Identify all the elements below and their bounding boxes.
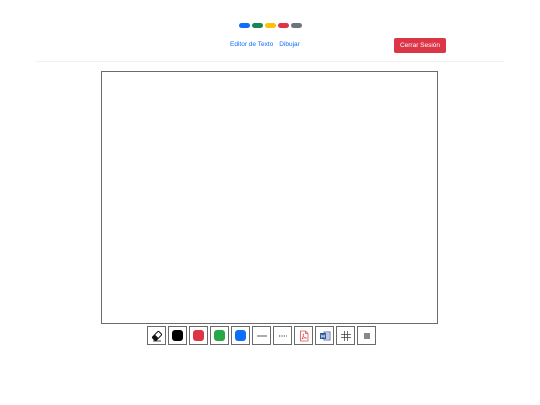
- nav-link-text-editor[interactable]: Editor de Texto: [230, 41, 273, 48]
- eraser-icon: [151, 330, 162, 341]
- color-black-button[interactable]: [168, 326, 187, 345]
- logo: [239, 23, 302, 28]
- nav-link-draw[interactable]: Dibujar: [279, 41, 300, 48]
- color-blue-icon: [235, 330, 246, 341]
- color-black-icon: [172, 330, 183, 341]
- export-word-button[interactable]: [315, 326, 334, 345]
- export-pdf-button[interactable]: [294, 326, 313, 345]
- drawing-canvas[interactable]: [101, 71, 438, 324]
- menu-button[interactable]: [357, 326, 376, 345]
- drawing-toolbar: [147, 326, 376, 345]
- pdf-icon: [299, 330, 308, 341]
- color-green-button[interactable]: [210, 326, 229, 345]
- color-blue-button[interactable]: [231, 326, 250, 345]
- menu-icon: [363, 333, 370, 338]
- grid-icon: [340, 330, 351, 341]
- logo-segment-yellow: [265, 23, 276, 28]
- color-red-icon: [193, 330, 204, 341]
- dotted-line-button[interactable]: [273, 326, 292, 345]
- logo-segment-green: [252, 23, 263, 28]
- header-divider: [36, 61, 504, 62]
- grid-button[interactable]: [336, 326, 355, 345]
- logo-segment-red: [278, 23, 289, 28]
- main-nav: Editor de Texto Dibujar: [230, 41, 300, 48]
- solid-line-icon: [256, 335, 267, 336]
- logo-segment-blue: [239, 23, 250, 28]
- solid-line-button[interactable]: [252, 326, 271, 345]
- logo-segment-gray: [291, 23, 302, 28]
- word-icon: [319, 331, 330, 340]
- dotted-line-icon: [278, 335, 287, 336]
- color-green-icon: [214, 330, 225, 341]
- color-red-button[interactable]: [189, 326, 208, 345]
- eraser-button[interactable]: [147, 326, 166, 345]
- logout-button[interactable]: Cerrar Sesión: [394, 38, 446, 53]
